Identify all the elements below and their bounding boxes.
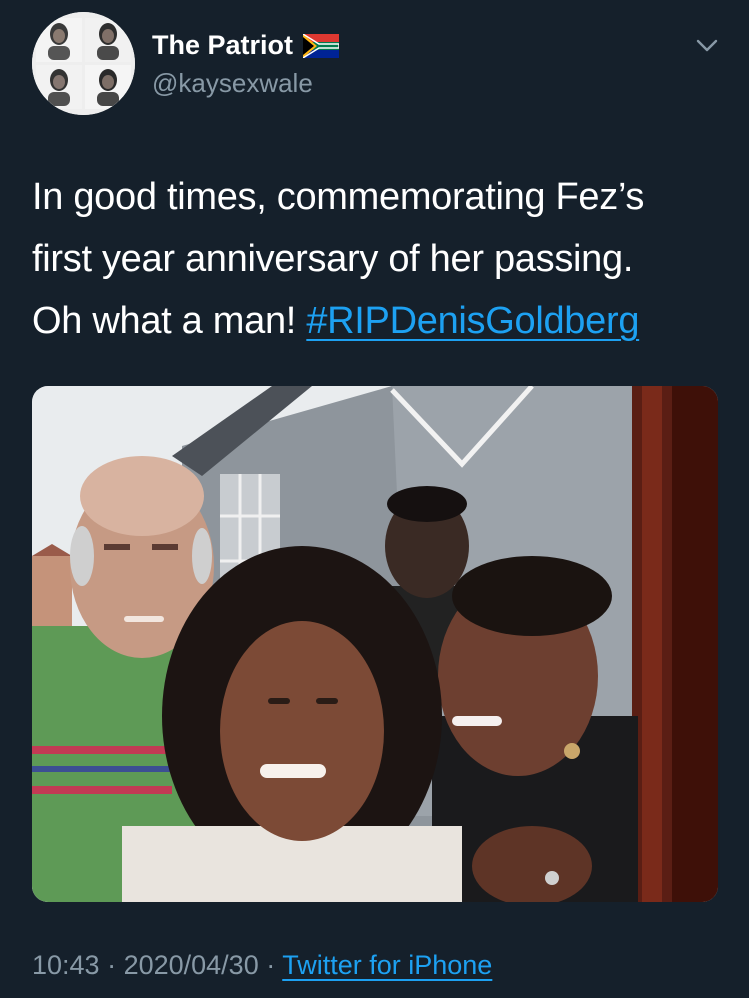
- tweet-time[interactable]: 10:43: [32, 950, 100, 980]
- tweet-card: The Patriot @kaysexwale In good times, c…: [0, 0, 749, 998]
- tweet-source-link[interactable]: Twitter for iPhone: [282, 950, 492, 980]
- author-handle[interactable]: @kaysexwale: [152, 68, 313, 99]
- tweet-text-segment: Oh what a man!: [32, 300, 307, 342]
- tweet-meta: 10:43 · 2020/04/30 · Twitter for iPhone: [32, 950, 492, 981]
- tweet-date[interactable]: 2020/04/30: [124, 950, 259, 980]
- selfie-photo-image: [32, 386, 718, 902]
- profile-avatar[interactable]: [32, 12, 135, 115]
- south-africa-flag-icon: [303, 33, 340, 58]
- meta-separator: ·: [99, 950, 124, 980]
- tweet-photo[interactable]: [32, 386, 718, 902]
- author-display-name[interactable]: The Patriot: [152, 30, 340, 61]
- hashtag-link[interactable]: #RIPDenisGoldberg: [306, 300, 639, 342]
- tweet-text-line: In good times, commemorating Fez’s: [32, 176, 645, 218]
- chevron-down-icon[interactable]: [690, 32, 724, 60]
- meta-separator: ·: [258, 950, 283, 980]
- display-name-text: The Patriot: [152, 30, 294, 60]
- avatar-collage-image: [32, 12, 135, 115]
- tweet-text-line: first year anniversary of her passing.: [32, 238, 634, 280]
- tweet-text: In good times, commemorating Fez’s first…: [32, 166, 722, 352]
- tweet-text-line: Oh what a man! #RIPDenisGoldberg: [32, 290, 722, 352]
